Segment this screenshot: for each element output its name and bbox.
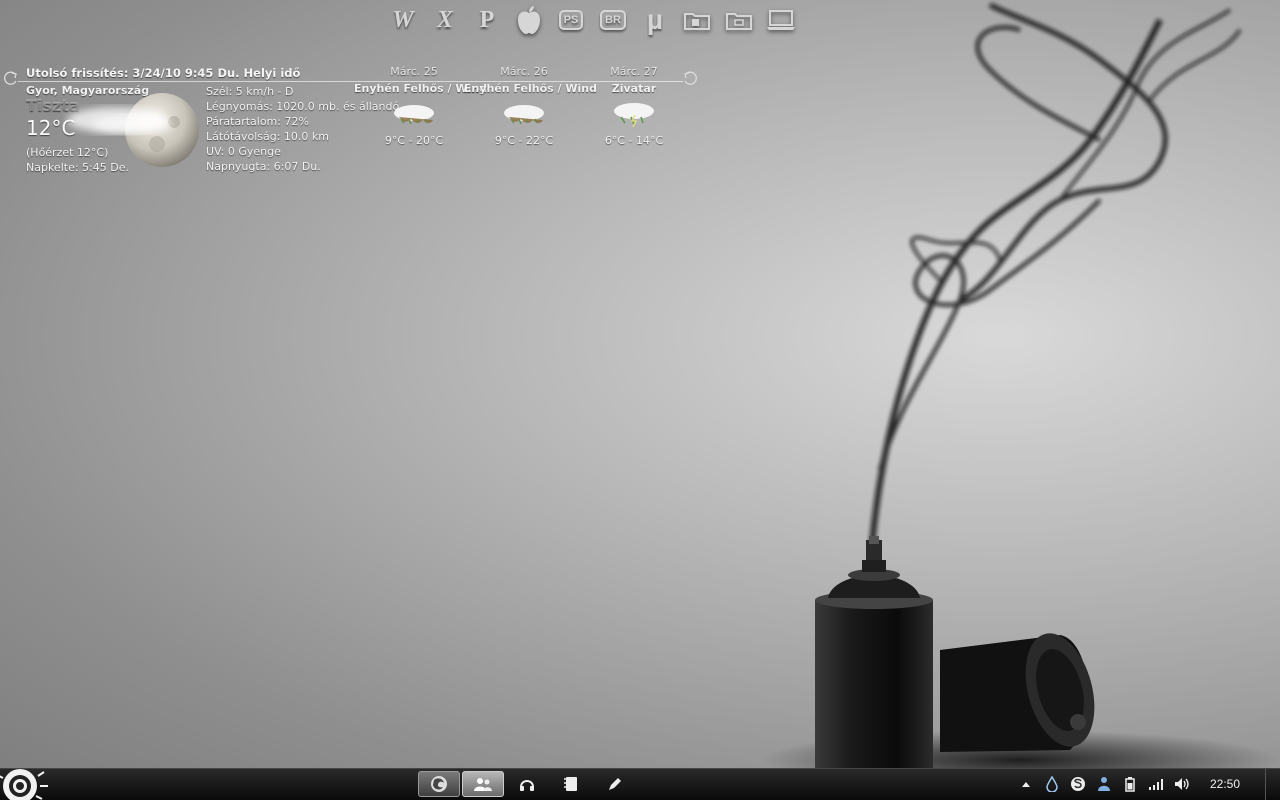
headphones-task-button[interactable]: [506, 771, 548, 797]
taskbar-clock[interactable]: 22:50: [1200, 777, 1250, 791]
messenger-task-button[interactable]: [462, 771, 504, 797]
forecast-range: 6°C - 14°C: [604, 134, 664, 147]
forecast-condition: Zivatar: [611, 82, 657, 95]
powerpoint-dock-icon[interactable]: P: [469, 2, 505, 38]
forecast-condition: Enyhén Felhős / Wind: [464, 82, 597, 95]
signal-icon[interactable]: [1148, 776, 1164, 792]
utorrent-dock-icon[interactable]: µ: [637, 2, 673, 38]
spray-can-wallpaper: [760, 2, 1280, 770]
notes-task-button[interactable]: [550, 771, 592, 797]
notes-icon: [564, 777, 577, 791]
show-desktop-button[interactable]: [1265, 769, 1280, 800]
forecast-day: Márc. 26 Enyhén Felhős / Wind 9°C - 22°C: [464, 65, 597, 147]
forecast-condition: Enyhén Felhős / Wind: [354, 82, 487, 95]
photoshop-dock-icon[interactable]: PS: [553, 2, 589, 38]
taskbar-buttons: [418, 771, 636, 797]
pen-icon: [609, 778, 621, 790]
forecast-date: Márc. 25: [390, 65, 438, 78]
start-button[interactable]: [0, 766, 52, 800]
messenger-icon: [474, 778, 492, 791]
excel-dock-icon[interactable]: X: [427, 2, 463, 38]
documents-folder-dock-icon[interactable]: [679, 2, 715, 38]
pen-task-button[interactable]: [594, 771, 636, 797]
moon-cloud-icon: [67, 93, 199, 167]
word-dock-icon[interactable]: W: [385, 2, 421, 38]
taskbar: 22:50: [0, 768, 1280, 800]
network-user-icon[interactable]: [1096, 776, 1112, 792]
system-tray: [1018, 776, 1190, 792]
skype-icon[interactable]: [1070, 776, 1086, 792]
battery-icon[interactable]: [1122, 776, 1138, 792]
forecast-date: Márc. 26: [500, 65, 548, 78]
top-dock: W X P PS BR µ: [385, 2, 799, 38]
forecast-date: Márc. 27: [610, 65, 658, 78]
bridge-dock-icon[interactable]: BR: [595, 2, 631, 38]
sunset-text: Napnyugta: 6:07 Du.: [206, 160, 321, 173]
cloudy-windy-icon: [504, 105, 544, 125]
thunderstorm-icon: [614, 103, 654, 128]
last-update-text: Utolsó frissítés: 3/24/10 9:45 Du. Helyi…: [26, 66, 301, 80]
firefox-task-button[interactable]: [418, 771, 460, 797]
volume-icon[interactable]: [1174, 776, 1190, 792]
refresh-left-icon[interactable]: [3, 70, 19, 86]
firefox-icon: [431, 776, 447, 792]
weather-widget: Utolsó frissítés: 3/24/10 9:45 Du. Helyi…: [0, 62, 710, 182]
show-hidden-icons-arrow[interactable]: [1018, 776, 1034, 792]
water-drop-icon[interactable]: [1044, 776, 1060, 792]
forecast-day: Márc. 27 Zivatar 6°C - 14°C: [574, 65, 694, 147]
refresh-right-icon[interactable]: [682, 70, 698, 86]
folder-dock-icon[interactable]: [721, 2, 757, 38]
forecast-range: 9°C - 20°C: [384, 134, 444, 147]
forecast-range: 9°C - 22°C: [494, 134, 554, 147]
forecast-day: Márc. 25 Enyhén Felhős / Wind 9°C - 20°C: [354, 65, 487, 147]
headphones-icon: [520, 780, 534, 791]
apple-dock-icon[interactable]: [511, 2, 547, 38]
cloudy-windy-icon: [394, 105, 434, 125]
